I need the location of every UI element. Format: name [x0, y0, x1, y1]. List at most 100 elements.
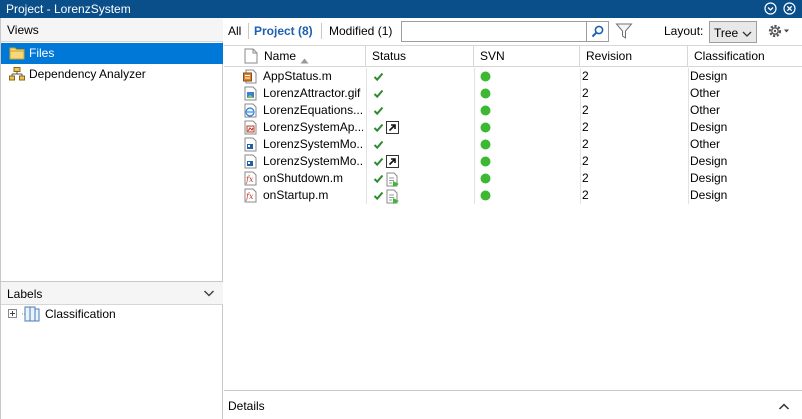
views-item-files[interactable]: Files: [1, 43, 223, 64]
column-separator: [474, 153, 475, 170]
files-view: All Project (8) Modified (1) Layout: Tre…: [224, 18, 802, 419]
details-panel-header[interactable]: Details: [224, 390, 802, 419]
close-icon[interactable]: [783, 2, 796, 15]
column-header-svn[interactable]: SVN: [474, 46, 580, 67]
sort-ascending-icon: [300, 53, 309, 64]
table-row[interactable]: LorenzEquations.... 2 Other: [224, 102, 802, 119]
column-header-classification[interactable]: Classification: [688, 46, 802, 67]
svg-text:fx: fx: [245, 192, 254, 201]
column-separator: [474, 102, 475, 119]
column-separator: [366, 170, 367, 187]
views-panel-title: Views: [7, 23, 39, 37]
svn-status-dot-icon: [480, 122, 491, 136]
column-header-name[interactable]: Name: [224, 46, 366, 67]
tab-all[interactable]: All: [228, 24, 241, 38]
search-icon[interactable]: [587, 21, 609, 42]
tab-modified[interactable]: Modified (1): [329, 24, 392, 38]
classification-cell: Design: [690, 69, 728, 83]
column-separator: [474, 170, 475, 187]
column-separator: [366, 85, 367, 102]
column-header-revision[interactable]: Revision: [580, 46, 688, 67]
details-panel-title: Details: [228, 399, 265, 413]
revision-cell: 2: [582, 154, 589, 168]
file-table-header: Name Status SVN Revision Classification: [224, 45, 802, 67]
table-row[interactable]: LorenzSystemMo... 2 Other: [224, 136, 802, 153]
column-separator: [474, 119, 475, 136]
chevron-down-icon: [742, 28, 752, 38]
shortcut-icon: [386, 155, 399, 171]
app-file-icon: [243, 120, 258, 135]
column-separator: [688, 85, 689, 102]
tree-item-label: Classification: [45, 307, 116, 321]
classification-cell: Other: [690, 86, 721, 100]
file-name: LorenzSystemAp...: [263, 120, 363, 134]
labels-tree-item-classification[interactable]: Classification: [8, 305, 208, 323]
classification-cell: Other: [690, 103, 721, 117]
revision-cell: 2: [582, 103, 589, 117]
column-separator: [580, 153, 581, 170]
column-separator: [688, 170, 689, 187]
column-separator: [688, 102, 689, 119]
views-item-label: Files: [29, 46, 55, 60]
views-item-label: Dependency Analyzer: [29, 67, 146, 81]
column-separator: [580, 119, 581, 136]
gear-icon[interactable]: [767, 22, 791, 40]
startup-shutdown-icon: [386, 189, 400, 207]
window-titlebar: Project - LorenzSystem: [0, 0, 802, 18]
svn-status-dot-icon: [480, 88, 491, 102]
views-item-dependency-analyzer[interactable]: Dependency Analyzer: [1, 64, 223, 85]
column-header-label: Classification: [694, 49, 765, 63]
window-menu-icon[interactable]: [764, 2, 777, 15]
column-separator: [688, 187, 689, 204]
file-name: AppStatus.m: [263, 69, 332, 83]
revision-cell: 2: [582, 120, 589, 134]
revision-cell: 2: [582, 86, 589, 100]
column-separator: [474, 85, 475, 102]
chevron-down-icon[interactable]: [203, 287, 215, 299]
column-separator: [366, 136, 367, 153]
file-name: LorenzEquations....: [263, 103, 363, 117]
column-separator: [366, 68, 367, 85]
column-separator: [580, 187, 581, 204]
svn-status-dot-icon: [480, 71, 491, 85]
tab-project[interactable]: Project (8): [254, 24, 313, 38]
labels-panel-title: Labels: [7, 287, 43, 301]
svn-status-dot-icon: [480, 156, 491, 170]
checkmark-icon: [373, 139, 384, 153]
classification-cell: Design: [690, 188, 728, 202]
chevron-up-icon[interactable]: [778, 400, 790, 410]
svg-text:fx: fx: [245, 175, 254, 184]
revision-cell: 2: [582, 188, 589, 202]
tree-expander-icon[interactable]: [8, 309, 17, 318]
column-separator: [366, 102, 367, 119]
table-row[interactable]: LorenzSystemAp... 2 Design: [224, 119, 802, 136]
column-separator: [688, 119, 689, 136]
dependency-graph-icon: [9, 67, 25, 81]
table-row[interactable]: AppStatus.m 2 Design: [224, 68, 802, 85]
folder-icon: [9, 46, 25, 60]
files-toolbar: All Project (8) Modified (1) Layout: Tre…: [224, 18, 802, 44]
checkmark-icon: [373, 88, 384, 102]
table-row[interactable]: LorenzAttractor.gif 2 Other: [224, 85, 802, 102]
table-row[interactable]: fx onShutdown.m 2 Design: [224, 170, 802, 187]
file-name: LorenzSystemMo...: [263, 154, 363, 168]
table-row[interactable]: fx onStartup.m 2 Design: [224, 187, 802, 204]
column-separator: [474, 187, 475, 204]
revision-cell: 2: [582, 171, 589, 185]
column-header-label: SVN: [480, 49, 505, 63]
filter-icon[interactable]: [615, 22, 633, 41]
svn-status-dot-icon: [480, 173, 491, 187]
label-category-icon: [22, 306, 40, 322]
search-input[interactable]: [401, 21, 587, 42]
matlab-function-file-icon: fx: [243, 188, 258, 203]
column-header-status[interactable]: Status: [366, 46, 474, 67]
layout-select[interactable]: Tree: [709, 21, 757, 43]
column-separator: [366, 187, 367, 204]
table-row[interactable]: LorenzSystemMo... 2 Design: [224, 153, 802, 170]
layout-label: Layout:: [664, 24, 704, 38]
svn-status-dot-icon: [480, 139, 491, 153]
column-separator: [474, 68, 475, 85]
checkmark-icon: [373, 105, 384, 119]
left-pane: Views Files Dependency Analyzer Labels C…: [0, 18, 223, 419]
checkmark-icon: [373, 122, 384, 136]
